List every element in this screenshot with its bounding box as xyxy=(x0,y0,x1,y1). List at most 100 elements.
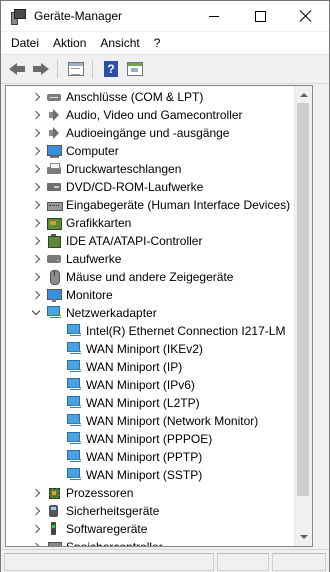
chevron-right-icon[interactable] xyxy=(32,237,40,245)
tree-item[interactable]: Mäuse und andere Zeigegeräte xyxy=(6,268,312,286)
tree-item[interactable]: Prozessoren xyxy=(6,484,312,502)
chevron-right-icon[interactable] xyxy=(32,147,40,155)
menu-help[interactable]: ? xyxy=(147,32,168,54)
tree-item[interactable]: Grafikkarten xyxy=(6,214,312,232)
tree-item-label: Computer xyxy=(66,144,119,158)
tree-item-label: Netzwerkadapter xyxy=(66,306,157,320)
menu-aktion[interactable]: Aktion xyxy=(46,32,93,54)
device-manager-icon xyxy=(10,8,26,25)
tree-item[interactable]: Laufwerke xyxy=(6,250,312,268)
properties-button[interactable] xyxy=(65,58,87,80)
device-manager-window: Geräte-Manager Datei Aktion Ansicht ? ? … xyxy=(0,0,330,572)
device-tree-rows: Anschlüsse (COM & LPT) Audio, Video und G… xyxy=(6,88,312,547)
minimize-button[interactable] xyxy=(191,1,237,31)
tree-item-label: Speichercontroller xyxy=(66,540,163,547)
network-adapter-icon xyxy=(66,359,82,375)
tree-item[interactable]: WAN Miniport (Network Monitor) xyxy=(6,412,312,430)
tree-item[interactable]: Computer xyxy=(6,142,312,160)
network-adapter-icon xyxy=(66,413,82,429)
chevron-right-icon[interactable] xyxy=(32,543,40,546)
menu-datei[interactable]: Datei xyxy=(1,32,46,54)
tree-item-label: DVD/CD-ROM-Laufwerke xyxy=(66,180,204,194)
tree-item-label: Prozessoren xyxy=(66,486,134,500)
scan-hardware-button[interactable] xyxy=(124,58,146,80)
tree-item[interactable]: WAN Miniport (IKEv2) xyxy=(6,340,312,358)
tree-item-label: Audioeingänge und -ausgänge xyxy=(66,126,230,140)
chevron-down-icon[interactable] xyxy=(32,309,40,317)
close-icon xyxy=(300,10,312,22)
vertical-scrollbar[interactable] xyxy=(294,86,312,546)
chevron-right-icon[interactable] xyxy=(32,507,40,515)
tree-item[interactable]: WAN Miniport (PPTP) xyxy=(6,448,312,466)
back-button[interactable] xyxy=(6,58,28,80)
forward-button[interactable] xyxy=(30,58,52,80)
toolbar: ? xyxy=(1,54,329,84)
help-button[interactable]: ? xyxy=(100,58,122,80)
tree-item[interactable]: WAN Miniport (IPv6) xyxy=(6,376,312,394)
chevron-right-icon[interactable] xyxy=(32,273,40,281)
toolbar-separator xyxy=(57,60,58,78)
scrollbar-thumb[interactable] xyxy=(297,103,309,496)
tree-item-label: IDE ATA/ATAPI-Controller xyxy=(66,234,203,248)
forward-arrow-icon xyxy=(33,63,49,75)
tree-item-label: Grafikkarten xyxy=(66,216,132,230)
tree-item[interactable]: Audio, Video und Gamecontroller xyxy=(6,106,312,124)
chevron-right-icon[interactable] xyxy=(32,165,40,173)
ide-controller-icon xyxy=(46,233,62,249)
tree-item[interactable]: IDE ATA/ATAPI-Controller xyxy=(6,232,312,250)
tree-item[interactable]: WAN Miniport (L2TP) xyxy=(6,394,312,412)
tree-item-label: WAN Miniport (PPTP) xyxy=(86,450,203,464)
tree-item[interactable]: Monitore xyxy=(6,286,312,304)
tree-item[interactable]: Speichercontroller xyxy=(6,538,312,547)
tree-item[interactable]: WAN Miniport (SSTP) xyxy=(6,466,312,484)
network-adapter-icon xyxy=(66,431,82,447)
title-bar[interactable]: Geräte-Manager xyxy=(1,1,329,31)
monitor-icon xyxy=(46,287,62,303)
window-controls xyxy=(191,1,329,31)
tree-item[interactable]: Eingabegeräte (Human Interface Devices) xyxy=(6,196,312,214)
minimize-icon xyxy=(209,15,219,17)
maximize-icon xyxy=(254,10,266,22)
tree-item[interactable]: WAN Miniport (IP) xyxy=(6,358,312,376)
tree-item-label: Sicherheitsgeräte xyxy=(66,504,160,518)
network-adapter-icon xyxy=(66,467,82,483)
chevron-right-icon[interactable] xyxy=(32,489,40,497)
chevron-right-icon[interactable] xyxy=(32,129,40,137)
mouse-icon xyxy=(46,269,62,285)
scroll-down-icon[interactable] xyxy=(295,529,312,546)
audio-icon xyxy=(46,125,62,141)
chevron-right-icon[interactable] xyxy=(32,93,40,101)
tree-item-label: Mäuse und andere Zeigegeräte xyxy=(66,270,234,284)
close-button[interactable] xyxy=(283,1,329,31)
tree-item[interactable]: Sicherheitsgeräte xyxy=(6,502,312,520)
tree-item-label: WAN Miniport (IP) xyxy=(86,360,183,374)
chevron-right-icon[interactable] xyxy=(32,183,40,191)
tree-item-label: Intel(R) Ethernet Connection I217-LM xyxy=(86,324,286,338)
port-icon xyxy=(46,89,62,105)
tree-item[interactable]: WAN Miniport (PPPOE) xyxy=(6,430,312,448)
network-adapter-icon xyxy=(46,305,62,321)
device-tree[interactable]: Anschlüsse (COM & LPT) Audio, Video und G… xyxy=(5,85,313,547)
tree-item[interactable]: Softwaregeräte xyxy=(6,520,312,538)
menu-ansicht[interactable]: Ansicht xyxy=(93,32,146,54)
maximize-button[interactable] xyxy=(237,1,283,31)
chevron-right-icon[interactable] xyxy=(32,219,40,227)
status-pane xyxy=(4,553,214,571)
scroll-up-icon[interactable] xyxy=(295,86,312,103)
tree-item[interactable]: Intel(R) Ethernet Connection I217-LM xyxy=(6,322,312,340)
tree-item[interactable]: Anschlüsse (COM & LPT) xyxy=(6,88,312,106)
tree-item[interactable]: Netzwerkadapter xyxy=(6,304,312,322)
chevron-right-icon[interactable] xyxy=(32,201,40,209)
printer-icon xyxy=(46,161,62,177)
security-device-icon xyxy=(46,503,62,519)
tree-item[interactable]: DVD/CD-ROM-Laufwerke xyxy=(6,178,312,196)
tree-item[interactable]: Druckwarteschlangen xyxy=(6,160,312,178)
graphics-card-icon xyxy=(46,215,62,231)
chevron-right-icon[interactable] xyxy=(32,291,40,299)
tree-item[interactable]: Audioeingänge und -ausgänge xyxy=(6,124,312,142)
chevron-right-icon[interactable] xyxy=(32,111,40,119)
chevron-right-icon[interactable] xyxy=(32,525,40,533)
tree-item-label: Eingabegeräte (Human Interface Devices) xyxy=(66,198,291,212)
tree-item-label: WAN Miniport (SSTP) xyxy=(86,468,203,482)
chevron-right-icon[interactable] xyxy=(32,255,40,263)
